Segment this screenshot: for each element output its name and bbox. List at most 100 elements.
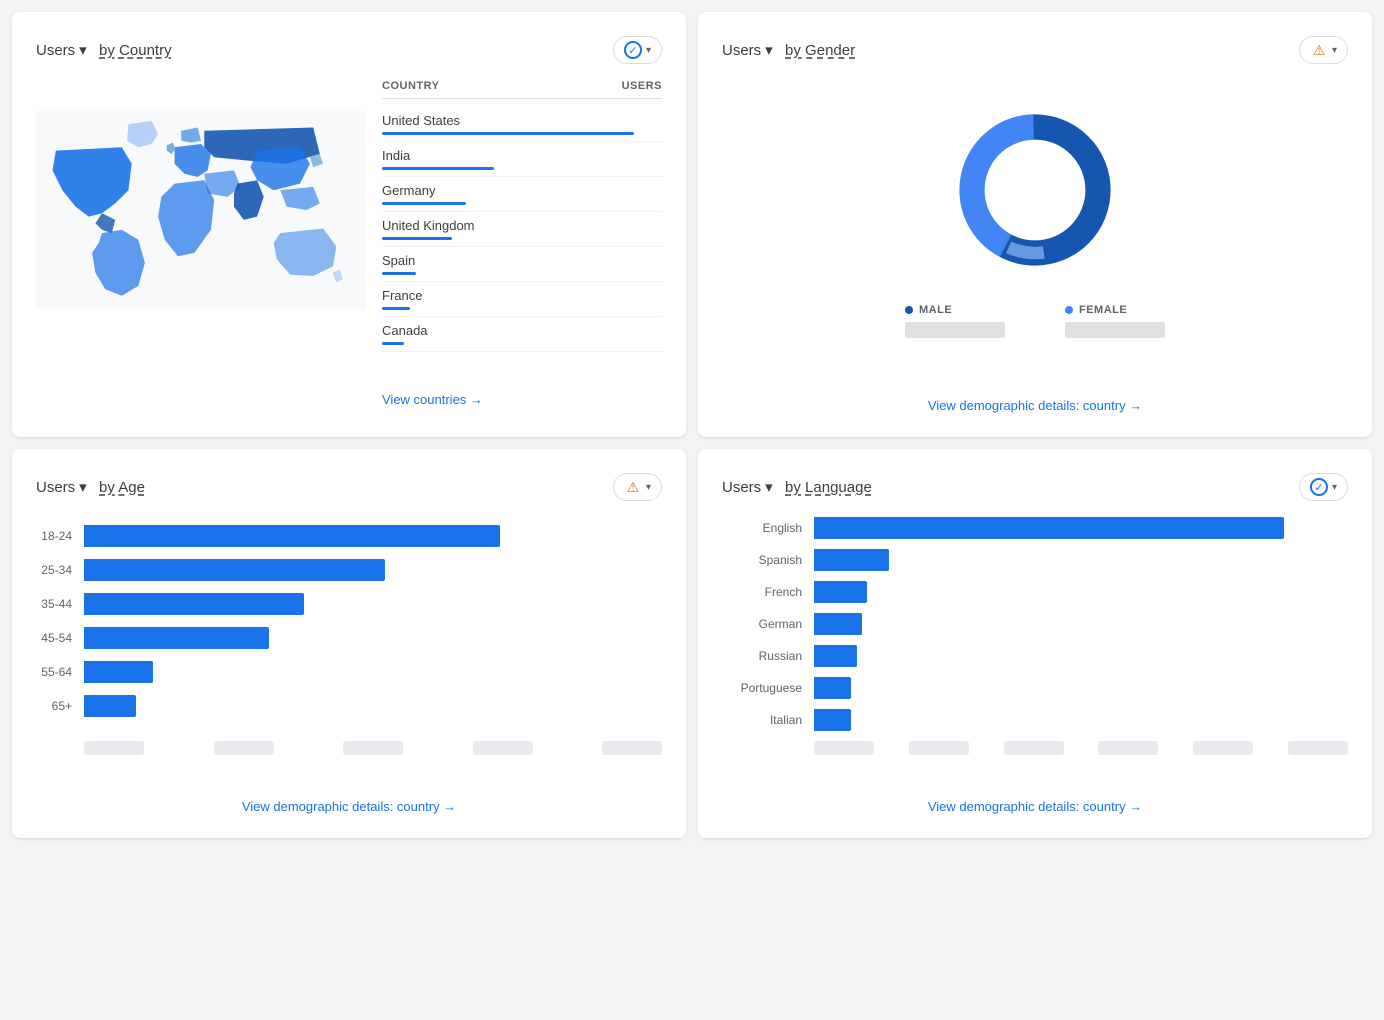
chevron-down-icon: ▾: [1332, 45, 1337, 56]
language-bar-row: English: [722, 517, 1348, 539]
country-name: United States: [382, 113, 662, 128]
language-bar-row: Portuguese: [722, 677, 1348, 699]
view-countries-row: View countries →: [382, 368, 662, 407]
lang-axis-label-4: [1098, 741, 1158, 755]
language-bar-track: [814, 517, 1348, 539]
users-col-header: USERS: [622, 80, 662, 92]
male-legend: MALE: [905, 304, 1005, 338]
age-title-users: Users: [36, 479, 75, 496]
axis-label-2: [214, 741, 274, 755]
age-bar-track: [84, 593, 662, 615]
lang-axis-label-3: [1004, 741, 1064, 755]
country-bar: [382, 342, 404, 345]
language-card-title: Users▾ by Language: [722, 478, 872, 496]
language-bar-row: German: [722, 613, 1348, 635]
age-bar-label: 18-24: [36, 529, 72, 543]
age-bar-fill: [84, 593, 304, 615]
language-bar-track: [814, 581, 1348, 603]
country-list-item: United States: [382, 107, 662, 142]
language-bar-label: Italian: [722, 713, 802, 727]
language-bar-label: German: [722, 617, 802, 631]
language-bar-track: [814, 549, 1348, 571]
age-title-by: by Age: [99, 479, 145, 496]
age-bar-track: [84, 525, 662, 547]
language-bar-label: Russian: [722, 649, 802, 663]
check-icon: ✓: [624, 41, 642, 59]
age-bar-fill: [84, 661, 153, 683]
country-card-title: Users▾ by Country: [36, 41, 172, 59]
lang-axis-label-1: [814, 741, 874, 755]
age-bar-label: 55-64: [36, 665, 72, 679]
age-x-axis: [84, 741, 662, 755]
lang-title-users: Users: [722, 479, 761, 496]
language-bar-fill: [814, 709, 851, 731]
country-bar: [382, 237, 452, 240]
country-list-item: Canada: [382, 317, 662, 352]
language-chart: English Spanish French German Russian Po…: [722, 517, 1348, 731]
age-dropdown[interactable]: ⚠ ▾: [613, 473, 662, 501]
country-dropdown[interactable]: ✓ ▾: [613, 36, 662, 64]
gender-title-by: by Gender: [785, 42, 855, 59]
language-bar-label: French: [722, 585, 802, 599]
age-bar-label: 45-54: [36, 631, 72, 645]
view-gender-link[interactable]: View demographic details: country →: [722, 398, 1348, 413]
age-chart: 18-24 25-34 35-44 45-54 55-64 65+: [36, 517, 662, 737]
language-bar-fill: [814, 613, 862, 635]
language-bar-row: Italian: [722, 709, 1348, 731]
view-age-link[interactable]: View demographic details: country →: [36, 799, 662, 814]
country-bar: [382, 167, 494, 170]
country-name: France: [382, 288, 662, 303]
country-list-item: France: [382, 282, 662, 317]
age-bar-fill: [84, 695, 136, 717]
age-bar-row: 65+: [36, 695, 662, 717]
country-bar: [382, 272, 416, 275]
lang-title-by: by Language: [785, 479, 872, 496]
language-bar-fill: [814, 549, 889, 571]
age-bar-track: [84, 661, 662, 683]
country-card-header: Users▾ by Country ✓ ▾: [36, 36, 662, 64]
language-bar-fill: [814, 517, 1284, 539]
gender-legend: MALE FEMALE: [722, 304, 1348, 338]
language-dropdown[interactable]: ✓ ▾: [1299, 473, 1348, 501]
language-bar-label: English: [722, 521, 802, 535]
age-bar-fill: [84, 525, 500, 547]
country-title-by: by Country: [99, 42, 172, 59]
age-bar-row: 45-54: [36, 627, 662, 649]
language-bar-track: [814, 709, 1348, 731]
language-bar-fill: [814, 645, 857, 667]
country-name: India: [382, 148, 662, 163]
country-list-item: Spain: [382, 247, 662, 282]
male-bar: [905, 322, 1005, 338]
age-card: Users▾ by Age ⚠ ▾ 18-24 25-34 35-44 45-5…: [12, 449, 686, 838]
female-dot: [1065, 306, 1073, 314]
language-bar-track: [814, 645, 1348, 667]
view-language-row: View demographic details: country →: [722, 775, 1348, 814]
country-bar: [382, 202, 466, 205]
country-name: Canada: [382, 323, 662, 338]
gender-title-users: Users: [722, 42, 761, 59]
language-bar-label: Spanish: [722, 553, 802, 567]
age-bar-label: 35-44: [36, 597, 72, 611]
age-bar-row: 18-24: [36, 525, 662, 547]
country-bar: [382, 307, 410, 310]
age-bar-label: 25-34: [36, 563, 72, 577]
gender-card: Users ▾ by Gender ⚠ ▾: [698, 12, 1372, 437]
age-bar-fill: [84, 627, 269, 649]
axis-label-4: [473, 741, 533, 755]
language-bar-track: [814, 677, 1348, 699]
language-bar-fill: [814, 677, 851, 699]
age-bar-track: [84, 559, 662, 581]
view-language-link[interactable]: View demographic details: country →: [722, 799, 1348, 814]
language-card: Users▾ by Language ✓ ▾ English Spanish F…: [698, 449, 1372, 838]
country-name: United Kingdom: [382, 218, 662, 233]
gender-dropdown[interactable]: ⚠ ▾: [1299, 36, 1348, 64]
country-col-header: COUNTRY: [382, 80, 439, 92]
view-countries-link[interactable]: View countries →: [382, 392, 662, 407]
age-bar-label: 65+: [36, 699, 72, 713]
age-card-title: Users▾ by Age: [36, 478, 145, 496]
language-bar-track: [814, 613, 1348, 635]
female-legend: FEMALE: [1065, 304, 1165, 338]
language-bar-row: Russian: [722, 645, 1348, 667]
world-map-svg: [36, 80, 366, 340]
age-bar-fill: [84, 559, 385, 581]
